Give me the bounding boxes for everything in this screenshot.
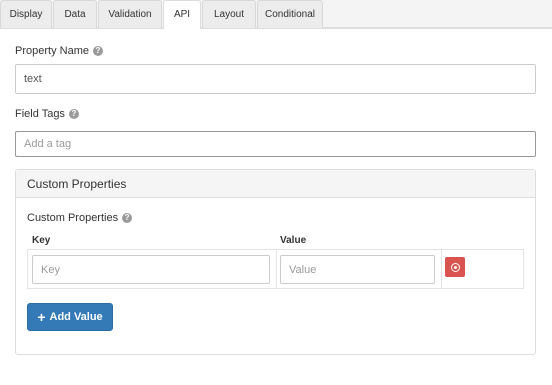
tab-api[interactable]: API: [163, 0, 201, 29]
key-input[interactable]: Key: [32, 255, 270, 284]
question-circle-icon[interactable]: ?: [68, 109, 79, 119]
field-tags-label-text: Field Tags: [15, 108, 65, 120]
property-name-input[interactable]: text: [15, 64, 536, 94]
remove-row-button[interactable]: [445, 257, 465, 277]
tab-bar: Display Data Validation API Layout Condi…: [0, 0, 552, 29]
custom-properties-label: Custom Properties ?: [27, 212, 133, 224]
custom-properties-label-text: Custom Properties: [27, 212, 119, 224]
property-name-label: Property Name ?: [15, 45, 103, 57]
add-value-label: Add Value: [49, 311, 103, 323]
remove-circle-icon: [450, 262, 460, 272]
custom-properties-panel-title: Custom Properties: [16, 170, 535, 198]
question-circle-icon[interactable]: ?: [122, 213, 133, 223]
field-tags-label: Field Tags ?: [15, 108, 79, 120]
tab-validation[interactable]: Validation: [98, 0, 162, 28]
custom-properties-panel: Custom Properties Custom Properties ? Ke…: [15, 169, 536, 355]
column-header-value: Value: [280, 235, 307, 246]
field-tags-input[interactable]: Add a tag: [15, 131, 536, 157]
tab-display[interactable]: Display: [0, 0, 52, 28]
property-name-label-text: Property Name: [15, 45, 89, 57]
question-circle-icon[interactable]: ?: [92, 46, 103, 56]
value-input[interactable]: Value: [280, 255, 435, 284]
plus-icon: +: [37, 308, 46, 325]
tab-layout[interactable]: Layout: [202, 0, 256, 28]
tab-data[interactable]: Data: [53, 0, 97, 28]
column-divider: [276, 250, 277, 288]
column-divider: [441, 250, 442, 288]
tab-conditional[interactable]: Conditional: [257, 0, 323, 28]
column-header-key: Key: [32, 235, 51, 246]
add-value-button[interactable]: + Add Value: [27, 303, 113, 331]
